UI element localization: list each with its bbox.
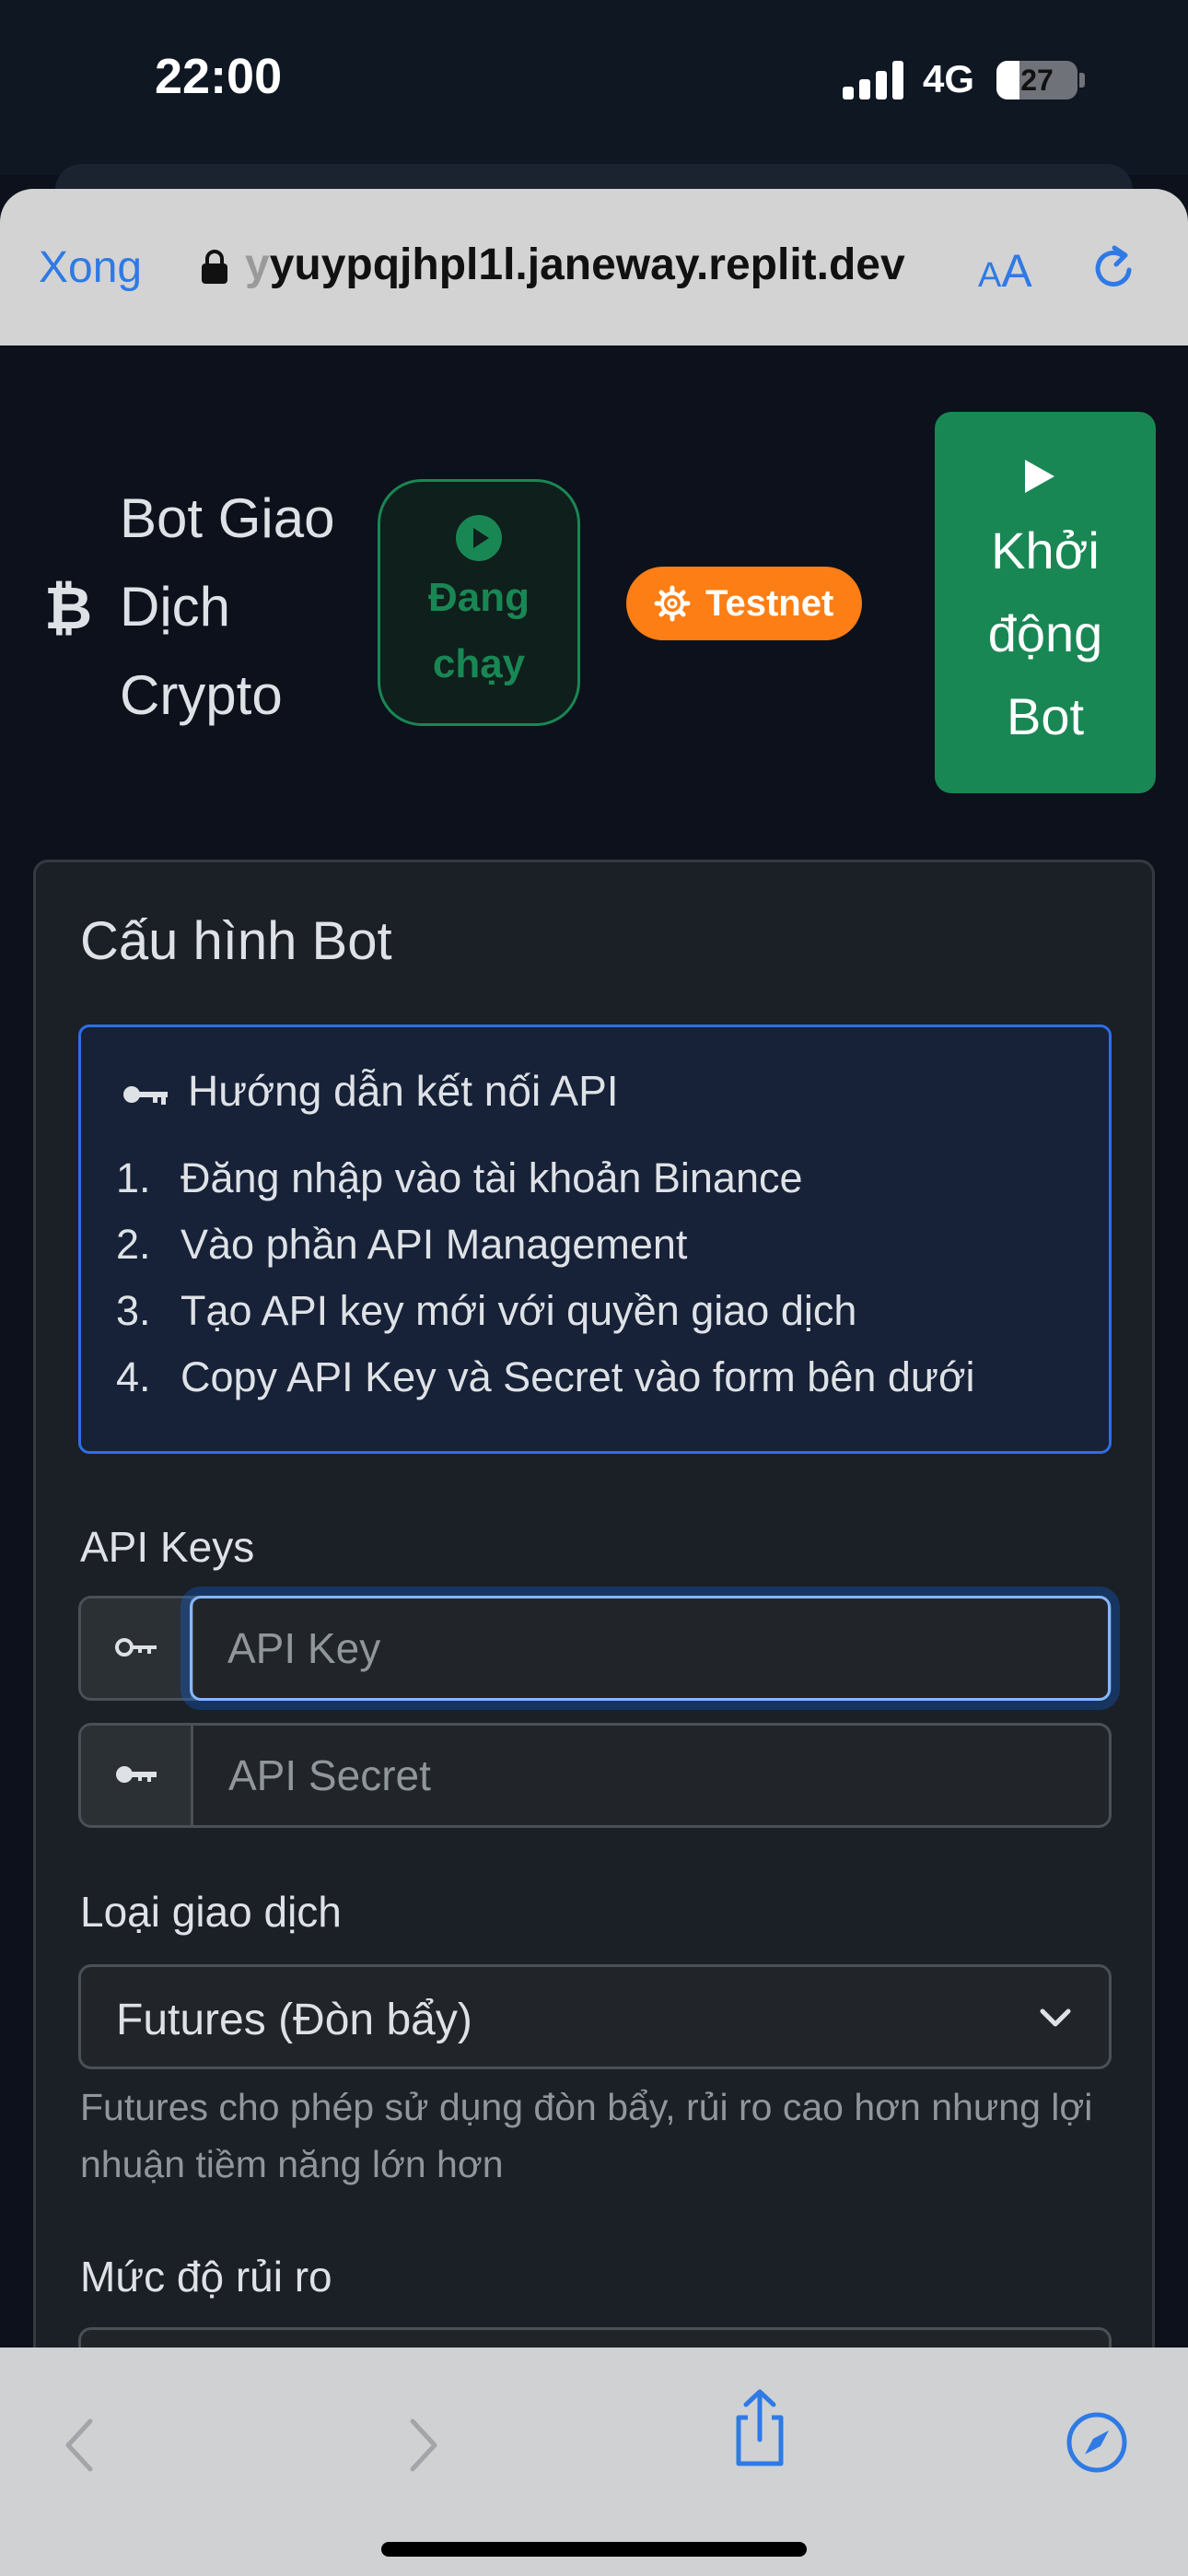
forward-icon[interactable] [405,2416,442,2475]
compass-icon[interactable] [1065,2410,1129,2475]
share-icon[interactable] [728,2386,792,2469]
battery-level: 27 [1020,64,1054,97]
brand-title[interactable]: Bot Giao Dịch Crypto [120,474,387,740]
start-bot-label: Khởi động Bot [987,521,1103,745]
home-indicator [381,2542,807,2557]
bitcoin-icon: ₿ [44,575,93,643]
play-icon [1025,460,1054,493]
battery-icon: 27 [996,61,1077,100]
trade-type-help: Futures cho phép sử dụng đòn bẩy, rủi ro… [80,2086,1093,2185]
api-guide-title-text: Hướng dẫn kết nối API [188,1067,619,1115]
status-time: 22:00 [155,49,283,104]
api-guide-steps: 1. Đăng nhập vào tài khoản Binance 2. Vào … [116,1145,975,1411]
api-guide-title: Hướng dẫn kết nối API [120,1066,619,1116]
url-field[interactable]: yyuypqjhpl1l.janeway.replit.dev [245,240,936,290]
status-bar: 22:00 4G 27 [0,0,1188,219]
chevron-down-icon [1040,2008,1071,2027]
text-size-small-a: A [978,256,1002,295]
testnet-badge: Testnet [626,567,862,640]
reload-icon[interactable] [1089,242,1140,294]
api-secret-addon [81,1726,193,1825]
running-status-text: Đang chạy [428,575,530,686]
url-faded-prefix: y [245,240,270,289]
key-fill-icon [116,1766,157,1783]
browser-address-bar: Xong yyuypqjhpl1l.janeway.replit.dev AA [0,189,1188,345]
battery-cap [1079,73,1085,88]
card-title: Cấu hình Bot [80,911,392,971]
guide-step: 3. Tạo API key mới với quyền giao dịch [116,1287,857,1334]
running-status-badge: Đang chạy [378,479,580,726]
api-secret-group [78,1723,1112,1828]
api-secret-input[interactable] [193,1726,1109,1825]
browser-toolbar [0,2348,1188,2576]
risk-level-select[interactable] [78,2327,1112,2349]
play-circle-icon [456,515,502,561]
trade-type-label: Loại giao dịch [80,1888,342,1936]
text-size-large-a: A [1001,245,1032,297]
done-button[interactable]: Xong [39,242,142,293]
key-icon [123,1085,168,1105]
api-key-addon [81,1598,193,1698]
text-size-button[interactable]: AA [978,244,1032,298]
api-key-group [78,1596,1112,1701]
risk-level-label: Mức độ rủi ro [80,2253,332,2301]
api-keys-label: API Keys [80,1523,255,1571]
trade-type-select[interactable]: Futures (Đòn bẩy) [78,1964,1112,2069]
web-page: ₿ Bot Giao Dịch Crypto Đang chạy Testnet… [0,345,1188,2349]
gear-icon [654,585,691,622]
back-icon[interactable] [61,2416,98,2475]
guide-step: 4. Copy API Key và Secret vào form bên dư… [116,1353,975,1400]
key-outline-icon [115,1638,157,1657]
start-bot-button[interactable]: Khởi động Bot [935,412,1156,793]
network-type: 4G [923,57,975,100]
testnet-label: Testnet [705,583,834,624]
guide-step: 1. Đăng nhập vào tài khoản Binance [116,1154,803,1201]
lock-icon [202,250,227,284]
bot-config-card: Cấu hình Bot Hướng dẫn kết nối API 1. Đăn… [33,860,1155,2349]
url-text: yuypqjhpl1l.janeway.replit.dev [269,240,905,289]
api-key-input[interactable] [190,1596,1111,1701]
guide-step: 2. Vào phần API Management [116,1221,688,1268]
api-guide-alert: Hướng dẫn kết nối API 1. Đăng nhập vào tà… [78,1025,1112,1454]
cellular-signal-icon [843,61,903,100]
trade-type-value: Futures (Đòn bẩy) [116,1996,472,2044]
